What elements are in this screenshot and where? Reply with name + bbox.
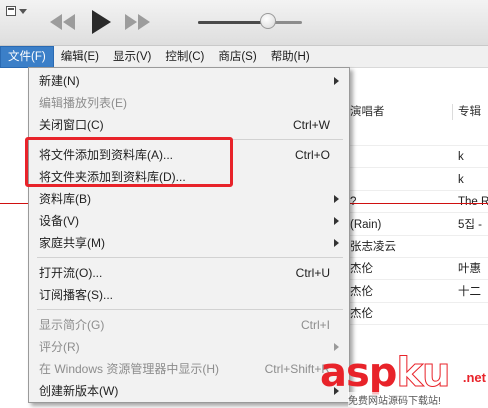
file-menu-item[interactable]: 家庭共享(M) xyxy=(30,232,348,254)
menu-view[interactable]: 显示(V) xyxy=(106,46,158,68)
menu-item-shortcut: Ctrl+I xyxy=(300,318,330,332)
next-track-button[interactable] xyxy=(122,9,152,35)
menu-item-shortcut: Ctrl+O xyxy=(294,148,330,162)
menu-store[interactable]: 商店(S) xyxy=(211,46,263,68)
play-button[interactable] xyxy=(88,8,114,36)
file-menu-item: 编辑播放列表(E) xyxy=(30,92,348,114)
menu-item-label: 关闭窗口(C) xyxy=(39,118,104,132)
menu-controls[interactable]: 控制(C) xyxy=(158,46,211,68)
table-row[interactable]: k xyxy=(346,169,488,191)
menu-item-label: 评分(R) xyxy=(39,340,80,354)
play-icon xyxy=(92,10,111,34)
menu-item-label: 创建新版本(W) xyxy=(39,384,119,398)
menu-item-label: 显示简介(G) xyxy=(39,318,105,332)
menu-item-label: 编辑播放列表(E) xyxy=(39,96,127,110)
file-menu-item[interactable]: 打开流(O)... Ctrl+U xyxy=(30,262,348,284)
submenu-arrow-icon xyxy=(334,217,339,225)
menu-item-label: 在 Windows 资源管理器中显示(H) xyxy=(39,362,220,376)
table-row[interactable]: k xyxy=(346,146,488,169)
column-separator xyxy=(452,104,453,120)
artist-cell: 杰伦 xyxy=(350,308,373,321)
file-menu-item[interactable]: 资料库(B) xyxy=(30,188,348,210)
menu-help[interactable]: 帮助(H) xyxy=(264,46,317,68)
column-header-artist[interactable]: 演唱者 xyxy=(350,102,385,122)
rewind-icon xyxy=(50,14,75,30)
artist-cell: 杰伦 xyxy=(350,285,373,298)
volume-slider-fill xyxy=(198,21,268,24)
table-row[interactable]: 杰伦 十二 xyxy=(346,281,488,303)
volume-slider-track[interactable] xyxy=(198,21,302,24)
previous-track-button[interactable] xyxy=(48,9,78,35)
menu-item-label: 设备(V) xyxy=(39,214,79,228)
file-menu-item: 显示简介(G) Ctrl+I xyxy=(30,314,348,336)
album-cell: 十二 xyxy=(458,285,481,298)
submenu-arrow-icon xyxy=(334,195,339,203)
watermark-logo: aspku .net 免费网站源码下载站! xyxy=(320,350,486,407)
table-row[interactable]: (Rain) 5집 - xyxy=(346,214,488,236)
album-cell: k xyxy=(458,151,464,164)
menu-edit[interactable]: 编辑(E) xyxy=(54,46,106,68)
table-row[interactable]: 杰伦 xyxy=(346,303,488,326)
menu-item-label: 家庭共享(M) xyxy=(39,236,105,250)
file-menu-item: 在 Windows 资源管理器中显示(H) Ctrl+Shift+R xyxy=(30,358,348,380)
annotation-highlight-box xyxy=(25,137,233,187)
player-toolbar xyxy=(0,0,488,46)
table-row[interactable] xyxy=(346,124,488,146)
album-cell: k xyxy=(458,173,464,186)
artist-cell: 杰伦 xyxy=(350,263,373,276)
menu-file[interactable]: 文件(F) xyxy=(0,46,54,68)
volume-slider-knob[interactable] xyxy=(259,13,276,29)
artist-cell: 张志凌云 xyxy=(350,241,396,253)
artist-cell: (Rain) xyxy=(350,218,382,231)
file-menu-item[interactable]: 设备(V) xyxy=(30,210,348,232)
table-row[interactable]: 张志凌云 xyxy=(346,236,488,258)
file-menu-item[interactable]: 新建(N) xyxy=(30,70,348,92)
album-cell: 叶惠 xyxy=(458,263,481,276)
file-dropdown-menu: 新建(N) 编辑播放列表(E) 关闭窗口(C) Ctrl+W 将文件添加到资料库(A).… xyxy=(28,67,350,403)
fast-forward-icon xyxy=(125,14,150,30)
menu-bar: 文件(F) 编辑(E) 显示(V) 控制(C) 商店(S) 帮助(H) xyxy=(0,46,488,68)
menu-item-shortcut: Ctrl+U xyxy=(295,266,330,280)
menu-item-shortcut: Ctrl+W xyxy=(293,118,330,132)
file-menu-item[interactable]: 订阅播客(S)... xyxy=(30,284,348,306)
table-row[interactable]: 杰伦 叶惠 xyxy=(346,258,488,281)
submenu-arrow-icon xyxy=(334,239,339,247)
menu-item-label: 新建(N) xyxy=(39,74,80,88)
album-cell: 5집 - xyxy=(458,218,483,231)
menu-item-label: 打开流(O)... xyxy=(39,266,103,280)
column-header-album[interactable]: 专辑 xyxy=(458,102,481,122)
menu-item-label: 资料库(B) xyxy=(39,192,91,206)
menu-item-label: 订阅播客(S)... xyxy=(39,288,113,302)
menu-separator xyxy=(37,309,343,310)
file-menu-item: 评分(R) xyxy=(30,336,348,358)
menu-separator xyxy=(37,257,343,258)
file-menu-item[interactable]: 关闭窗口(C) Ctrl+W xyxy=(30,114,348,136)
file-menu-item[interactable]: 创建新版本(W) xyxy=(30,380,348,402)
submenu-arrow-icon xyxy=(334,77,339,85)
window-menu-icon[interactable] xyxy=(6,6,28,20)
